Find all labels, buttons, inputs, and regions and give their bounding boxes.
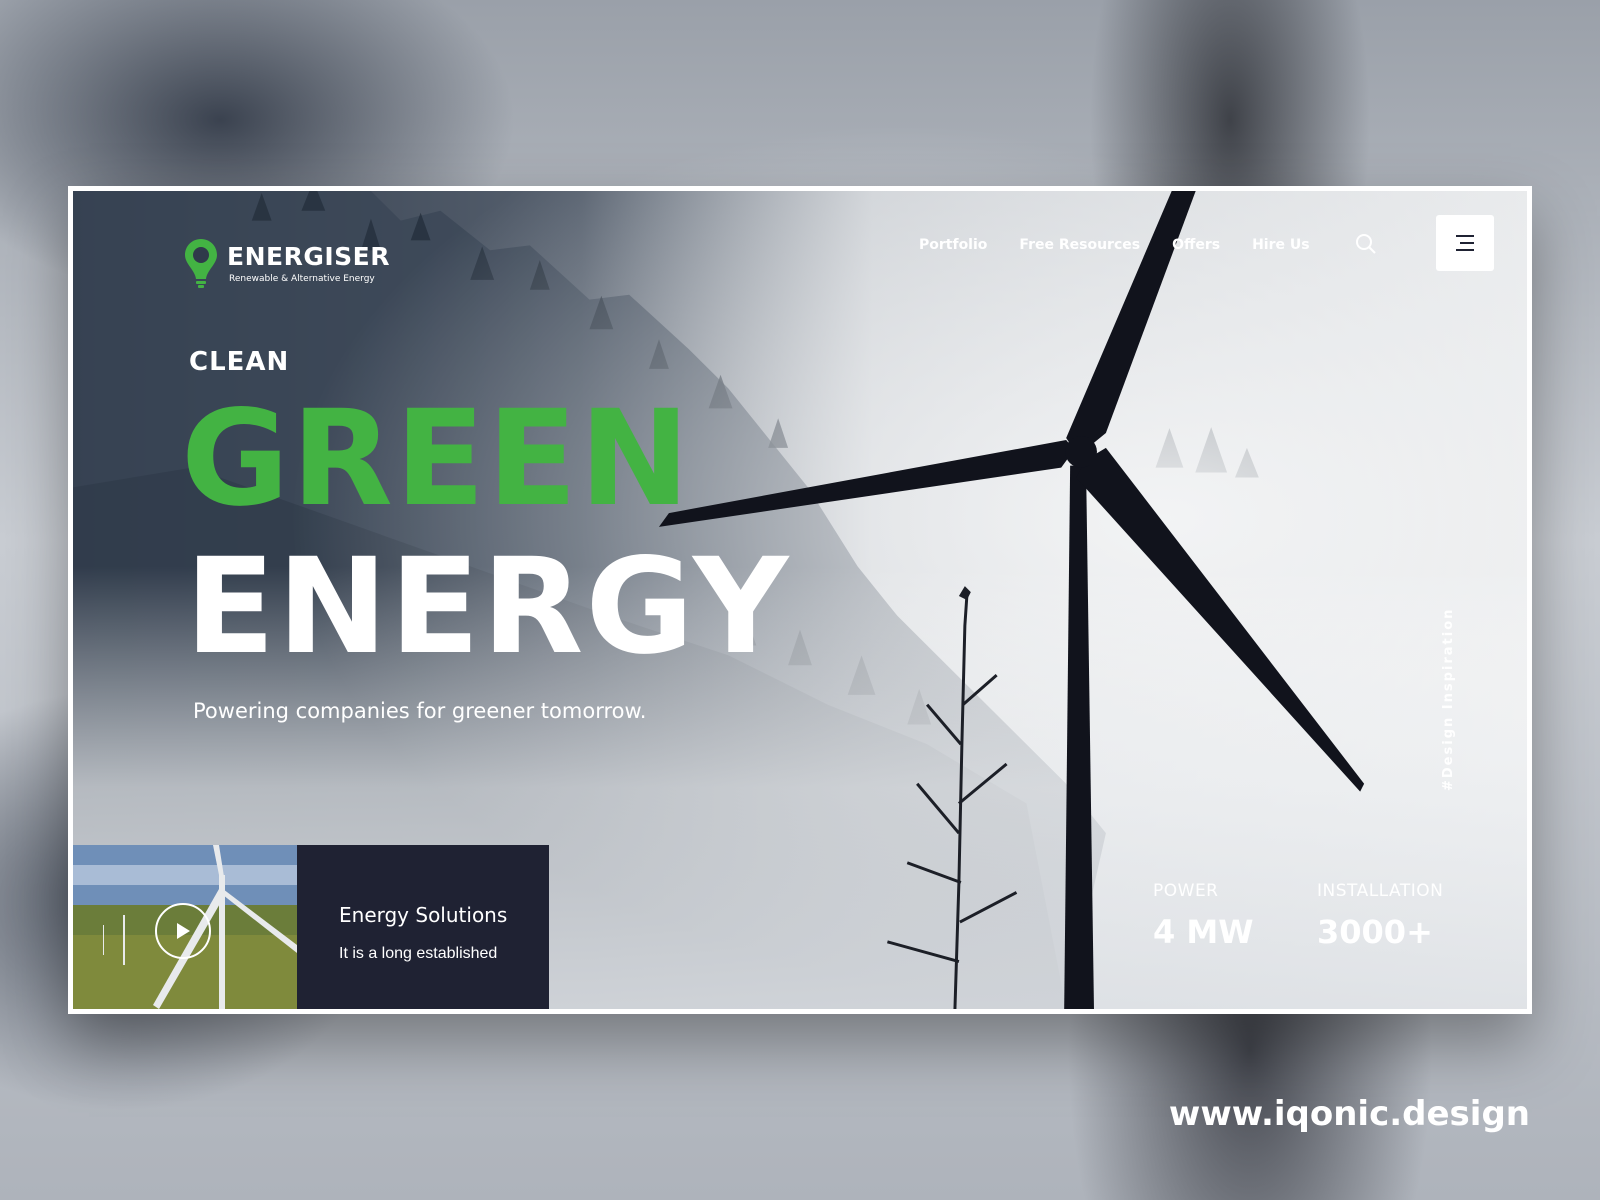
- hamburger-menu-icon: [1456, 235, 1474, 251]
- nav-item-free-resources[interactable]: Free Resources: [1019, 237, 1140, 253]
- menu-button[interactable]: [1436, 215, 1494, 271]
- brand-tagline: Renewable & Alternative Energy: [229, 274, 375, 284]
- stat-value: 4 MW: [1153, 913, 1254, 951]
- energy-solutions-panel: Energy Solutions It is a long establishe…: [297, 845, 549, 1009]
- nav-item-hire-us[interactable]: Hire Us: [1252, 237, 1310, 253]
- main-nav: Portfolio Free Resources Offers Hire Us: [919, 237, 1310, 253]
- play-icon: [177, 923, 190, 939]
- hero-title-white: ENERGY: [185, 530, 791, 684]
- solutions-text: It is a long established: [339, 945, 498, 962]
- solutions-title: Energy Solutions: [339, 903, 508, 927]
- side-hashtag: #Design Inspiration: [1441, 607, 1456, 791]
- stat-installation: INSTALLATION 3000+: [1317, 881, 1443, 951]
- hero-card: ENERGISER Renewable & Alternative Energy…: [68, 186, 1532, 1014]
- hero-title-green: GREEN: [181, 382, 692, 536]
- stat-label: POWER: [1153, 881, 1219, 901]
- nav-item-portfolio[interactable]: Portfolio: [919, 237, 987, 253]
- stat-value: 3000+: [1317, 913, 1433, 951]
- stat-power: POWER 4 MW: [1153, 881, 1254, 951]
- lightbulb-pin-icon: [185, 239, 217, 288]
- brand-logo[interactable]: ENERGISER Renewable & Alternative Energy: [183, 237, 390, 289]
- footer-url[interactable]: www.iqonic.design: [1169, 1094, 1530, 1134]
- brand-name: ENERGISER: [227, 242, 390, 271]
- hero-eyebrow: CLEAN: [189, 347, 290, 377]
- play-button[interactable]: [155, 903, 211, 959]
- search-button[interactable]: [1351, 229, 1381, 259]
- nav-item-offers[interactable]: Offers: [1172, 237, 1220, 253]
- search-icon: [1356, 234, 1376, 254]
- stat-label: INSTALLATION: [1317, 881, 1444, 901]
- video-thumbnail[interactable]: [73, 845, 297, 1009]
- hero-subtitle: Powering companies for greener tomorrow.: [193, 699, 647, 723]
